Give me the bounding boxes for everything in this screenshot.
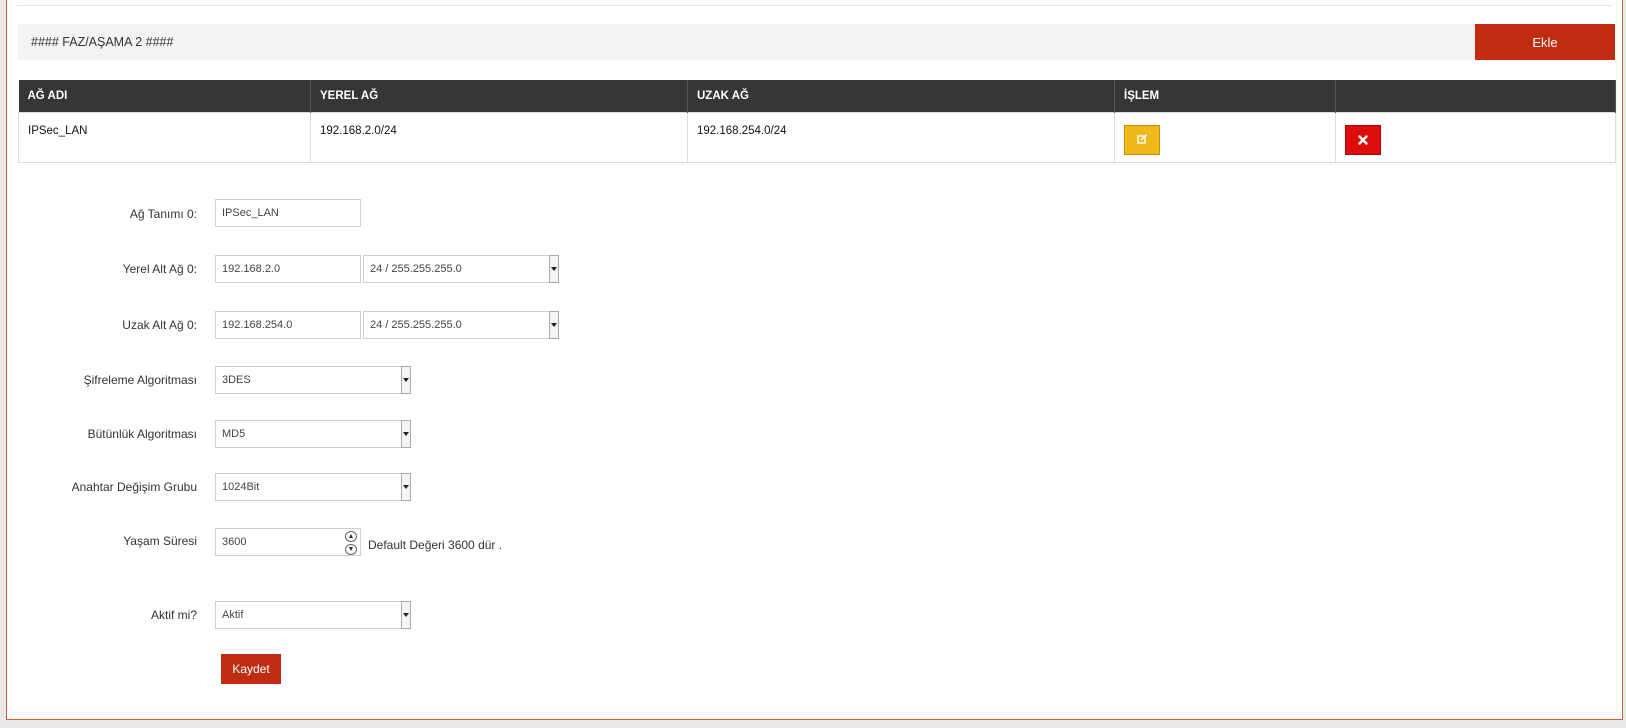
close-icon bbox=[1358, 134, 1368, 145]
chevron-down-icon bbox=[401, 420, 411, 448]
chevron-down-icon bbox=[401, 366, 411, 394]
integrity-algorithm-label: Bütünlük Algoritması bbox=[87, 427, 197, 441]
column-header-local: YEREL AĞ bbox=[310, 80, 688, 112]
network-table: AĞ ADI YEREL AĞ UZAK AĞ İŞLEM IPSec_LAN … bbox=[18, 80, 1616, 163]
encryption-algorithm-select[interactable]: 3DES bbox=[215, 366, 411, 394]
cell-delete bbox=[1335, 111, 1616, 163]
column-header-name: AĞ ADI bbox=[18, 80, 311, 112]
cell-local-network: 192.168.2.0/24 bbox=[310, 111, 688, 163]
key-exchange-group-label: Anahtar Değişim Grubu bbox=[71, 480, 197, 494]
remote-subnet-mask-select[interactable]: 24 / 255.255.255.0 bbox=[363, 311, 559, 339]
phase-title: #### FAZ/AŞAMA 2 #### bbox=[31, 35, 174, 49]
chevron-down-icon bbox=[549, 311, 559, 339]
lifetime-label: Yaşam Süresi bbox=[123, 534, 197, 548]
table-row: IPSec_LAN 192.168.2.0/24 192.168.254.0/2… bbox=[18, 111, 1616, 163]
save-button[interactable]: Kaydet bbox=[221, 654, 281, 684]
local-subnet-label: Yerel Alt Ağ 0: bbox=[122, 262, 197, 276]
active-label: Aktif mi? bbox=[150, 608, 197, 622]
encryption-algorithm-label: Şifreleme Algoritması bbox=[83, 373, 197, 387]
network-definition-input[interactable]: IPSec_LAN bbox=[215, 199, 361, 227]
column-header-action: İŞLEM bbox=[1114, 80, 1336, 112]
table-header-row: AĞ ADI YEREL AĞ UZAK AĞ İŞLEM bbox=[18, 80, 1616, 112]
chevron-down-icon[interactable]: ▼ bbox=[345, 544, 357, 555]
phase2-panel: #### FAZ/AŞAMA 2 #### Ekle AĞ ADI YEREL … bbox=[6, 0, 1623, 720]
local-subnet-ip-input[interactable]: 192.168.2.0 bbox=[215, 255, 361, 283]
column-header-blank bbox=[1335, 80, 1616, 112]
top-divider bbox=[17, 5, 1612, 6]
cell-remote-network: 192.168.254.0/24 bbox=[687, 111, 1115, 163]
lifetime-stepper[interactable]: 3600 ▲ ▼ bbox=[215, 528, 361, 556]
active-select[interactable]: Aktif bbox=[215, 601, 411, 629]
chevron-down-icon bbox=[401, 601, 411, 629]
edit-button[interactable] bbox=[1124, 124, 1160, 155]
key-exchange-group-select[interactable]: 1024Bit bbox=[215, 473, 411, 501]
chevron-up-icon[interactable]: ▲ bbox=[345, 531, 357, 542]
remote-subnet-label: Uzak Alt Ağ 0: bbox=[122, 318, 197, 332]
column-header-remote: UZAK AĞ bbox=[687, 80, 1115, 112]
remote-subnet-ip-input[interactable]: 192.168.254.0 bbox=[215, 311, 361, 339]
add-button[interactable]: Ekle bbox=[1475, 24, 1615, 60]
cell-edit bbox=[1114, 111, 1336, 163]
edit-icon bbox=[1136, 134, 1147, 144]
network-definition-label: Ağ Tanımı 0: bbox=[129, 207, 197, 221]
cell-network-name: IPSec_LAN bbox=[18, 111, 311, 163]
integrity-algorithm-select[interactable]: MD5 bbox=[215, 420, 411, 448]
chevron-down-icon bbox=[549, 255, 559, 283]
chevron-down-icon bbox=[401, 473, 411, 501]
local-subnet-mask-select[interactable]: 24 / 255.255.255.0 bbox=[363, 255, 559, 283]
phase-header-bar: #### FAZ/AŞAMA 2 #### bbox=[18, 24, 1615, 60]
lifetime-hint: Default Değeri 3600 dür . bbox=[368, 538, 503, 552]
delete-button[interactable] bbox=[1345, 124, 1381, 155]
